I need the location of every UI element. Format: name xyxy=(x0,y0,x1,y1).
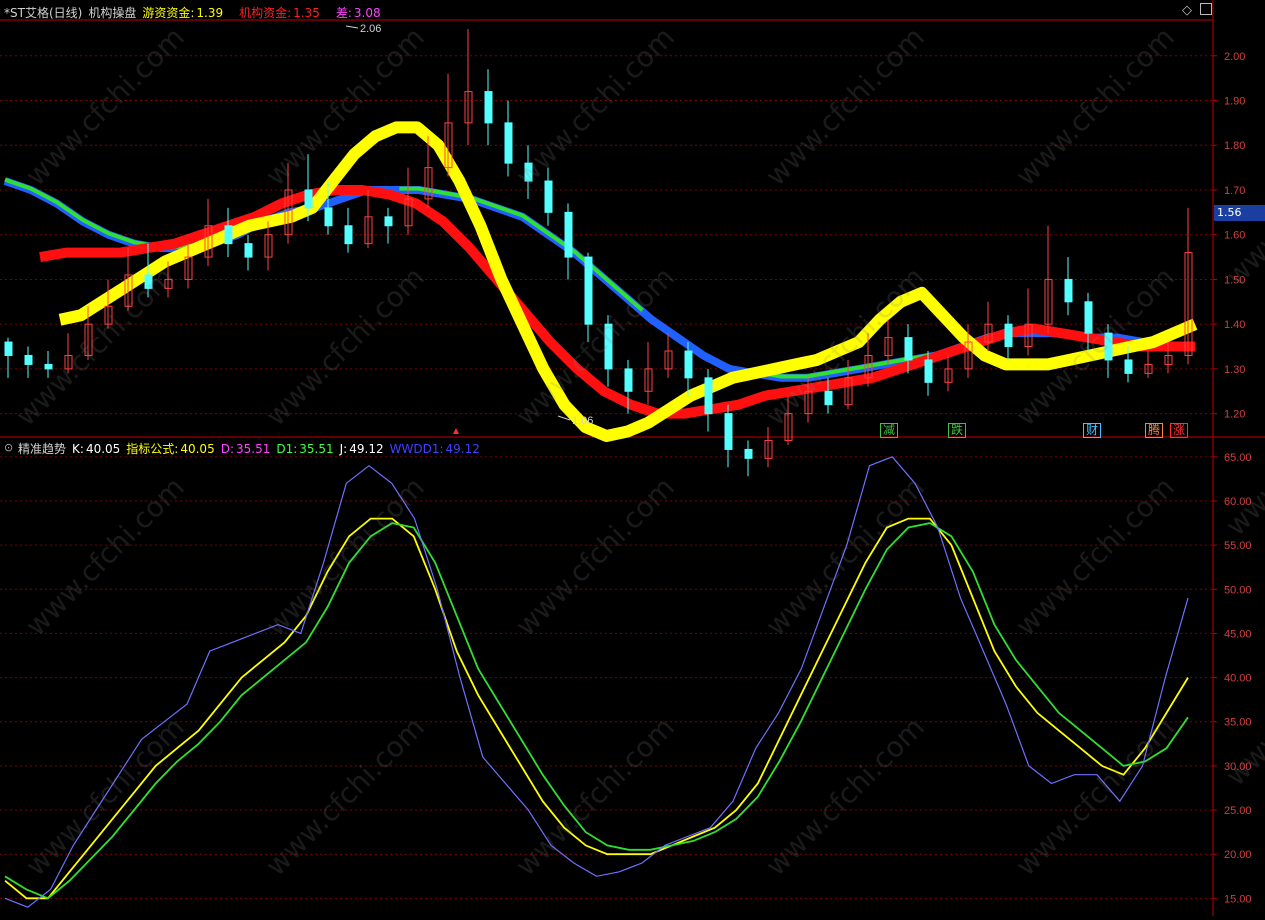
candle-body xyxy=(524,162,533,182)
field-d1-value: 35.51 xyxy=(299,442,334,456)
candle-body xyxy=(24,354,33,365)
candle-body xyxy=(624,368,633,392)
field-d1-label: D1: xyxy=(276,442,298,456)
top-tick-label: 1.50 xyxy=(1224,274,1245,286)
field-wwdd1-label: WWDD1: xyxy=(389,442,444,456)
bottom-tick-label: 65.00 xyxy=(1224,452,1252,464)
top-header: *ST艾格(日线) 机构操盘 游资资金: 1.39 机构资金: 1.35 差: 3.08 xyxy=(4,4,387,21)
candle-body xyxy=(504,122,513,164)
candle-body xyxy=(1104,332,1113,361)
field-j-value: 49.12 xyxy=(349,442,384,456)
signal-cai: 财 xyxy=(1083,423,1102,438)
field-j-label: J: xyxy=(339,442,348,456)
candle-body xyxy=(384,216,393,227)
field-d-label: D: xyxy=(220,442,234,456)
top-tick-label: 1.80 xyxy=(1224,140,1245,152)
bottom-tick-label: 35.00 xyxy=(1224,717,1252,729)
candle-body xyxy=(604,323,613,370)
field-youzi-value: 1.39 xyxy=(196,6,224,20)
maximize-icon[interactable] xyxy=(1200,3,1212,15)
bottom-header: 精准趋势 K: 40.05 指标公式: 40.05 D: 35.51 D1: 35.51 J: 49… xyxy=(18,440,486,457)
top-tick-label: 1.60 xyxy=(1224,230,1245,242)
candle-body xyxy=(1004,323,1013,348)
candle-body xyxy=(244,243,253,258)
chart-stage: 2.00 1.90 1.80 1.70 1.60 1.50 1.40 1.30 1.20 65.0… xyxy=(0,0,1265,916)
signal-teng: 腾 xyxy=(1145,423,1164,438)
field-jigou-label: 机构资金: xyxy=(239,6,292,20)
bottom-tick-label: 25.00 xyxy=(1224,805,1252,817)
candle-body xyxy=(544,180,553,213)
candle-body xyxy=(704,377,713,415)
bottom-tick-label: 20.00 xyxy=(1224,849,1252,861)
candle-body xyxy=(724,413,733,450)
candle-body xyxy=(324,207,333,227)
signal-zhang: 涨 xyxy=(1170,423,1189,438)
jigou-band xyxy=(39,185,1195,419)
top-tick-label: 1.90 xyxy=(1224,96,1245,108)
bottom-tick-label: 55.00 xyxy=(1224,540,1252,552)
field-youzi-label: 游资资金: xyxy=(142,6,195,20)
candle-body xyxy=(1064,278,1073,303)
candle-body xyxy=(564,211,573,258)
signal-jian: 减 xyxy=(880,423,899,438)
high-label-leader xyxy=(345,25,359,29)
candle-body xyxy=(684,350,693,379)
field-formula-value: 40.05 xyxy=(180,442,215,456)
field-jigou-value: 1.35 xyxy=(293,6,320,20)
candle-body xyxy=(1084,301,1093,334)
field-cha-label: 差: xyxy=(335,6,352,20)
top-tick-label: 1.70 xyxy=(1224,185,1245,197)
candle-body xyxy=(824,390,833,406)
top-indicator-name[interactable]: 机构操盘 xyxy=(88,6,136,20)
candle-body xyxy=(44,363,53,370)
candle-body xyxy=(584,256,593,325)
signal-die: 跌 xyxy=(948,423,967,438)
candle-body xyxy=(904,337,913,361)
bottom-tick-label: 15.00 xyxy=(1224,893,1252,905)
top-title[interactable]: *ST艾格(日线) xyxy=(4,6,82,20)
field-formula-label: 指标公式: xyxy=(126,442,179,456)
field-wwdd1-value: 49.12 xyxy=(445,442,480,456)
bottom-tick-label: 40.00 xyxy=(1224,673,1252,685)
bottom-tick-label: 50.00 xyxy=(1224,584,1252,596)
high-price-label: 2.06 xyxy=(360,23,381,35)
chart-canvas: 2.00 1.90 1.80 1.70 1.60 1.50 1.40 1.30 1.20 65.0… xyxy=(0,0,1265,916)
oscillator-line-k xyxy=(4,517,1189,900)
top-tick-label: 1.20 xyxy=(1224,409,1245,421)
top-tick-label: 1.30 xyxy=(1224,364,1245,376)
field-d-value: 35.51 xyxy=(236,442,271,456)
field-cha-value: 3.08 xyxy=(353,6,381,20)
candle-body xyxy=(344,225,353,245)
field-k-label: K: xyxy=(72,442,84,456)
candle-body xyxy=(4,341,13,356)
top-tick-label: 1.40 xyxy=(1224,319,1245,331)
candle-body xyxy=(1124,359,1133,374)
bottom-tick-label: 60.00 xyxy=(1224,496,1252,508)
low-price-label: 1.06 xyxy=(572,415,593,427)
candle-body xyxy=(484,91,493,124)
candle-body xyxy=(144,274,153,289)
diamond-icon[interactable]: ◇ xyxy=(1182,3,1192,18)
bottom-title[interactable]: 精准趋势 xyxy=(18,442,66,456)
bottom-tick-label: 30.00 xyxy=(1224,761,1252,773)
collapse-icon[interactable]: ⊙ xyxy=(4,441,13,454)
candle-body xyxy=(224,225,233,245)
candle-body xyxy=(744,448,753,459)
field-k-value: 40.05 xyxy=(85,442,121,456)
candle-body xyxy=(924,359,933,383)
price-tag: 1.56 xyxy=(1214,205,1265,221)
bottom-tick-label: 45.00 xyxy=(1224,628,1252,640)
candle-body xyxy=(304,189,313,209)
oscillator-line-d xyxy=(4,522,1189,900)
buy-arrow-marker xyxy=(453,428,459,434)
top-tick-label: 2.00 xyxy=(1224,51,1245,63)
